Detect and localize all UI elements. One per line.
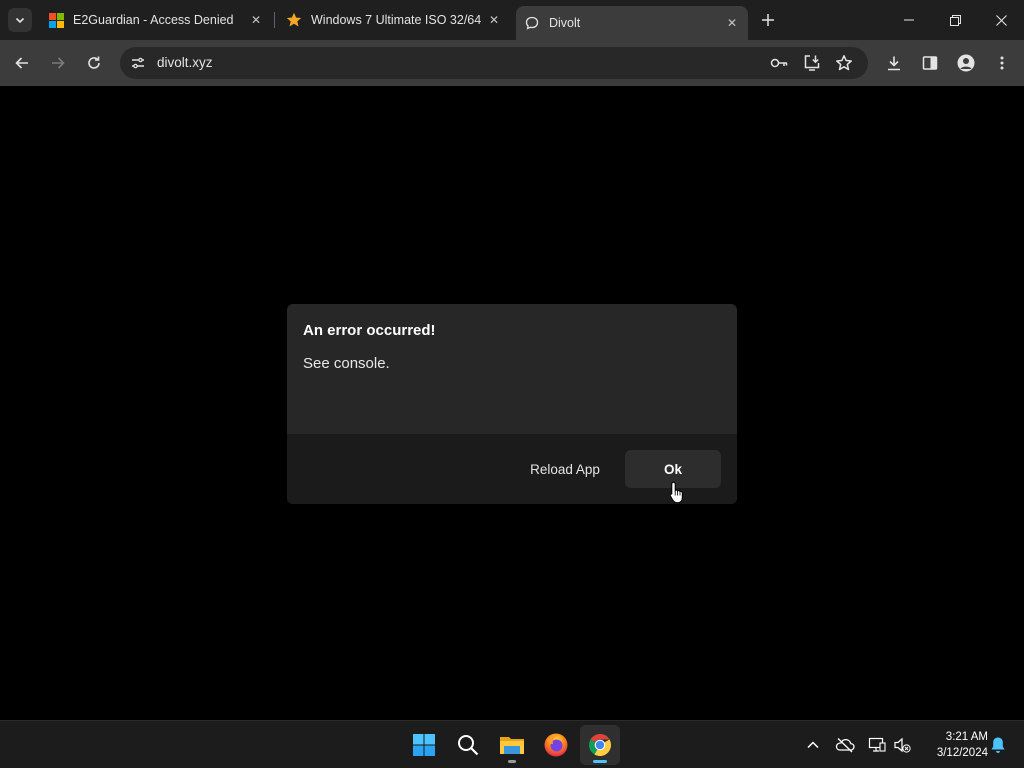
restore-button[interactable] — [932, 0, 978, 40]
active-indicator — [593, 760, 607, 763]
chat-bubble-icon — [524, 15, 540, 31]
tab-strip: E2Guardian - Access Denied ✕ Windows 7 U… — [0, 0, 1024, 40]
notification-bell-icon[interactable] — [986, 733, 1010, 757]
chevron-down-icon — [15, 17, 25, 24]
downloads-button[interactable] — [878, 47, 910, 79]
tab-title: Divolt — [549, 16, 581, 30]
browser-toolbar: divolt.xyz — [0, 40, 1024, 86]
firefox-icon — [544, 733, 568, 757]
chevron-up-icon — [807, 741, 819, 749]
restore-icon — [949, 14, 961, 26]
tab-close-icon[interactable]: ✕ — [248, 12, 264, 28]
tab-e2guardian[interactable]: E2Guardian - Access Denied ✕ — [40, 0, 272, 40]
tab-windows7[interactable]: Windows 7 Ultimate ISO 32/64 ✕ — [278, 0, 510, 40]
reload-icon — [88, 56, 100, 69]
forward-button[interactable] — [42, 47, 74, 79]
tab-title: E2Guardian - Access Denied — [73, 13, 234, 27]
reload-app-button[interactable]: Reload App — [519, 450, 611, 488]
tab-search-button[interactable] — [8, 8, 32, 32]
taskbar-search-button[interactable] — [448, 725, 488, 765]
page-content: An error occurred! See console. Reload A… — [0, 86, 1024, 720]
tab-separator — [274, 12, 275, 28]
minimize-button[interactable] — [886, 0, 932, 40]
download-icon — [888, 56, 900, 71]
key-icon[interactable] — [767, 51, 791, 75]
profile-button[interactable] — [950, 47, 982, 79]
tab-title: Windows 7 Ultimate ISO 32/64 — [311, 13, 482, 27]
chrome-icon — [589, 734, 611, 756]
dialog-message: See console. — [303, 355, 390, 372]
install-app-icon[interactable] — [800, 51, 824, 75]
onedrive-icon[interactable] — [833, 733, 857, 757]
url-text: divolt.xyz — [157, 55, 213, 70]
network-icon[interactable] — [865, 733, 889, 757]
chrome-button[interactable] — [580, 725, 620, 765]
new-tab-button[interactable] — [756, 8, 780, 32]
side-panel-button[interactable] — [914, 47, 946, 79]
taskbar: 3:21 AM 3/12/2024 — [0, 720, 1024, 768]
start-button[interactable] — [404, 725, 444, 765]
plus-icon — [762, 14, 774, 26]
file-explorer-button[interactable] — [492, 725, 532, 765]
dialog-body: An error occurred! See console. — [287, 304, 737, 434]
system-clock[interactable]: 3:21 AM 3/12/2024 — [920, 729, 988, 761]
tab-close-icon[interactable]: ✕ — [724, 15, 740, 31]
more-vertical-icon — [1000, 56, 1004, 70]
show-hidden-icons-button[interactable] — [801, 733, 825, 757]
address-bar[interactable]: divolt.xyz — [120, 47, 868, 79]
menu-button[interactable] — [986, 47, 1018, 79]
close-window-button[interactable] — [978, 0, 1024, 40]
close-icon — [995, 14, 1007, 26]
arrow-left-icon — [15, 57, 28, 69]
windows-logo-icon — [48, 12, 64, 28]
windows-start-icon — [413, 734, 435, 756]
bookmark-star-icon[interactable] — [832, 51, 856, 75]
site-info-icon[interactable] — [126, 51, 150, 75]
profile-icon — [957, 54, 975, 72]
dialog-title: An error occurred! — [303, 322, 436, 339]
back-button[interactable] — [6, 47, 38, 79]
minimize-icon — [904, 19, 914, 21]
search-icon — [458, 735, 479, 756]
star-icon — [286, 12, 302, 28]
folder-icon — [500, 737, 524, 754]
error-dialog: An error occurred! See console. Reload A… — [287, 304, 737, 504]
clock-date: 3/12/2024 — [936, 747, 988, 759]
volume-muted-icon[interactable] — [890, 733, 914, 757]
firefox-button[interactable] — [536, 725, 576, 765]
arrow-right-icon — [52, 57, 65, 69]
side-panel-icon — [922, 56, 938, 70]
running-indicator — [508, 760, 516, 763]
reload-button[interactable] — [78, 47, 110, 79]
clock-time: 3:21 AM — [945, 731, 988, 743]
hand-pointer-icon — [669, 481, 683, 504]
tab-close-icon[interactable]: ✕ — [486, 12, 502, 28]
tab-divolt[interactable]: Divolt ✕ — [516, 6, 748, 40]
